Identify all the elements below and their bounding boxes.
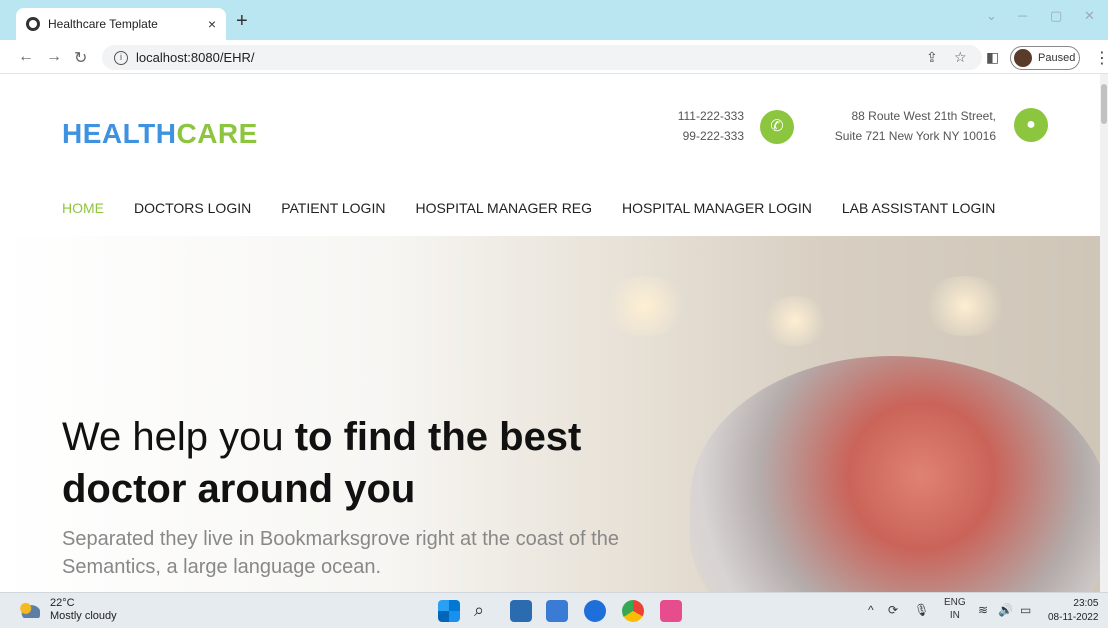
profile-button[interactable]: Paused [1010,46,1080,70]
temperature: 22°C [50,597,75,609]
main-nav: HOME DOCTORS LOGIN PATIENT LOGIN HOSPITA… [62,200,1025,216]
location-pin-icon: ● [1014,108,1048,142]
site-logo[interactable]: HEALTHCARE [62,118,258,150]
volume-icon[interactable]: 🔊 [998,603,1013,617]
nav-patient-login[interactable]: PATIENT LOGIN [281,200,385,216]
hero-heading-line-2: doctor around you [62,467,416,511]
weather-text: Mostly cloudy [50,610,117,622]
background-light [760,296,830,346]
hero-heading-bold: to find the best [294,415,582,459]
brain-skull-image [690,356,1100,592]
web-page: HEALTHCARE 111-222-333 99-222-333 ✆ 88 R… [0,74,1100,592]
tab-title: Healthcare Template [48,17,158,31]
tab-close-icon[interactable]: × [208,16,216,32]
page-scrollbar[interactable] [1100,74,1108,592]
app-icon[interactable] [584,600,606,622]
hero-paragraph: Separated they live in Bookmarksgrove ri… [62,528,619,578]
time: 23:05 [1073,598,1099,609]
app-icon[interactable] [660,600,682,622]
background-light [920,276,1010,336]
forward-icon[interactable]: → [46,48,62,66]
logo-part-care: CARE [176,118,258,149]
hero-banner: We help you to find the best doctor arou… [0,236,1100,592]
weather-widget[interactable]: 22°C Mostly cloudy [18,597,117,623]
profile-status: Paused [1038,52,1076,64]
clock[interactable]: 23:05 08-11-2022 [1048,597,1098,625]
windows-start-icon[interactable] [438,600,460,622]
minimize-icon[interactable]: ─ [1018,8,1027,23]
nav-doctors-login[interactable]: DOCTORS LOGIN [134,200,251,216]
tab-search-icon[interactable]: ⌄ [986,8,997,24]
nav-hospital-manager-reg[interactable]: HOSPITAL MANAGER REG [415,200,592,216]
reload-icon[interactable]: ↻ [74,48,87,68]
share-icon[interactable]: ⇪ [926,49,938,66]
phone-2: 99-222-333 [682,129,744,143]
browser-tab[interactable]: Healthcare Template × [16,8,226,40]
search-icon[interactable]: ⌕ [474,600,496,622]
browser-tab-strip: Healthcare Template × + ⌄ ─ ▢ ✕ [0,0,1108,40]
phone-block: 111-222-333 99-222-333 [640,106,744,146]
phone-icon: ✆ [760,110,794,144]
side-panel-icon[interactable]: ◧ [986,49,999,66]
partly-cloudy-icon [18,602,40,618]
tray-chevron-icon[interactable]: ^ [868,603,874,617]
windows-taskbar: 22°C Mostly cloudy ⌕ ^ ⟳ 🎙 ENG IN ≋ 🔊 ▭ … [0,592,1108,628]
maximize-icon[interactable]: ▢ [1050,8,1062,24]
address-block: 88 Route West 21th Street, Suite 721 New… [800,106,996,146]
hero-heading-line-1: We help you to find the best [62,411,581,463]
browser-toolbar: ← → ↻ i localhost:8080/EHR/ ⇪ ☆ ◧ Paused… [0,40,1108,74]
logo-part-health: HEALTH [62,118,177,149]
language-indicator[interactable]: ENG IN [944,596,966,622]
browser-menu-icon[interactable]: ⋮ [1094,48,1108,68]
address-line-2: Suite 721 New York NY 10016 [834,129,996,143]
background-light [600,276,690,336]
address-bar[interactable]: i localhost:8080/EHR/ [102,45,982,70]
date: 08-11-2022 [1048,612,1099,623]
nav-home[interactable]: HOME [62,200,104,216]
url-text: localhost:8080/EHR/ [136,50,255,65]
close-window-icon[interactable]: ✕ [1084,8,1095,24]
globe-icon [26,17,40,31]
back-icon[interactable]: ← [18,48,34,66]
battery-icon[interactable]: ▭ [1020,603,1031,617]
avatar [1014,49,1032,67]
hero-heading-normal: We help you [62,415,295,459]
address-line-1: 88 Route West 21th Street, [851,109,996,123]
phone-1: 111-222-333 [677,109,744,123]
new-tab-button[interactable]: + [236,10,248,33]
language: ENG [944,597,966,608]
nav-hospital-manager-login[interactable]: HOSPITAL MANAGER LOGIN [622,200,812,216]
microphone-icon[interactable]: 🎙 [914,603,929,617]
app-icon[interactable] [546,600,568,622]
bookmark-star-icon[interactable]: ☆ [954,49,967,66]
chrome-icon[interactable] [622,600,644,622]
region: IN [949,610,960,621]
scrollbar-thumb[interactable] [1101,84,1107,124]
file-explorer-icon[interactable] [510,600,532,622]
sync-icon[interactable]: ⟳ [888,603,898,617]
wifi-icon[interactable]: ≋ [978,603,988,617]
nav-lab-assistant-login[interactable]: LAB ASSISTANT LOGIN [842,200,996,216]
site-info-icon[interactable]: i [114,50,128,65]
